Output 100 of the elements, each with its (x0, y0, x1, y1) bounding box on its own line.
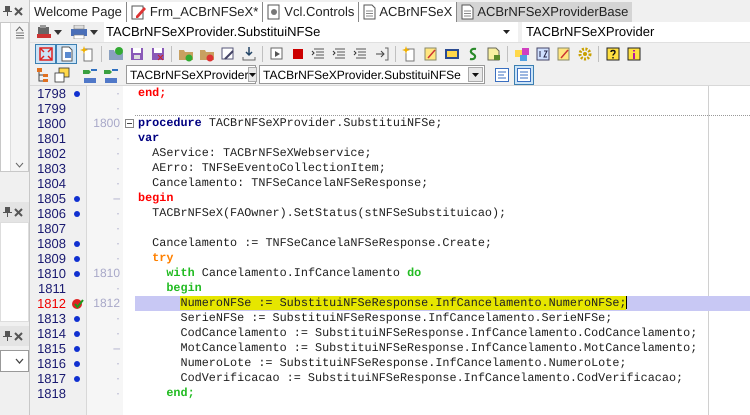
class-combo[interactable]: TACBrNFSeXProvider (126, 65, 256, 84)
code-text: Cancelamento: TNFSeCancelaNFSeResponse; (152, 176, 428, 190)
align-icon (495, 68, 509, 82)
pin-icon[interactable] (3, 331, 12, 341)
component-icon[interactable] (36, 25, 52, 39)
code-keyword: try (152, 251, 174, 265)
line-number: 1798 (36, 86, 67, 101)
pin-icon[interactable] (3, 6, 12, 16)
executable-line-dot[interactable] (74, 346, 80, 352)
code-keyword: end; (166, 386, 195, 400)
close-icon[interactable] (14, 6, 23, 16)
line-marker: · (116, 281, 120, 296)
line-number: 1813 (36, 311, 67, 326)
scrollbar[interactable] (10, 23, 28, 171)
caret-icon (503, 30, 510, 34)
align-button[interactable] (514, 64, 534, 84)
code-keyword: procedure (138, 116, 202, 130)
combo-box[interactable] (0, 350, 29, 372)
code-text: NumeroNFSe := SubstituiNFSeResponse.InfCancelamento.NumeroNFSe; (180, 296, 626, 310)
executable-line-dot[interactable] (74, 270, 80, 276)
method-dropdown[interactable]: TACBrNFSeXProvider.SubstituiNFSe (104, 22, 518, 42)
document-lock-icon (486, 46, 502, 62)
line-marker: · (116, 386, 120, 401)
executable-line-dot[interactable] (74, 196, 80, 202)
code-keyword: begin (138, 191, 174, 205)
run-icon (268, 46, 284, 62)
folder-gear-icon (108, 46, 124, 62)
line-number: 1815 (36, 341, 67, 356)
caret-icon[interactable] (54, 30, 62, 34)
executable-line-dot[interactable] (74, 210, 80, 216)
code-text: NumeroLote := SubstituiNFSeResponse.InfCancelamento.NumeroLote; (180, 356, 626, 370)
method-combo[interactable]: TACBrNFSeXProvider.SubstituiNFSe (259, 65, 485, 84)
line-marker: · (116, 146, 120, 161)
executable-line-dot[interactable] (74, 376, 80, 382)
code-keyword: var (138, 131, 160, 145)
line-number: 1804 (36, 176, 67, 191)
info-icon (626, 46, 642, 62)
line-number: 1799 (36, 101, 67, 116)
hierarchy-icon[interactable] (35, 66, 51, 82)
breakpoint-check-icon[interactable] (70, 298, 84, 310)
line-number: 1801 (36, 131, 67, 146)
close-icon[interactable] (14, 332, 23, 340)
code-lines-icon (310, 46, 326, 62)
tools-icon (220, 46, 236, 62)
document-icon (267, 4, 282, 20)
document-icon (58, 46, 74, 62)
code-text: SerieNFSe := SubstituiNFSeResponse.InfCancelamento.SerieNFSe; (180, 311, 612, 325)
collapse-icon[interactable] (124, 119, 134, 128)
line-number: 1806 (36, 206, 67, 221)
download-icon (240, 46, 256, 62)
grip-icon[interactable] (16, 32, 24, 39)
line-number: 1818 (36, 386, 67, 401)
line-number: 1810 (36, 266, 67, 281)
line-number: 1812 (36, 296, 67, 311)
editor-tab[interactable]: Welcome Page (30, 2, 127, 22)
printer-icon[interactable] (70, 25, 88, 39)
code-text: CodCancelamento := SubstituiNFSeResponse.InfCancelamento.CodCancelamento; (180, 326, 698, 340)
line-number: 1809 (36, 251, 67, 266)
note-icon (422, 46, 438, 62)
line-number: 1814 (36, 326, 67, 341)
executable-line-dot[interactable] (74, 240, 80, 246)
help-icon (604, 46, 620, 62)
close-icon[interactable] (14, 208, 23, 216)
enter-icon (374, 46, 390, 62)
code-text: MotCancelamento := SubstituiNFSeResponse.InfCancelamento.MotCancelamento; (180, 341, 698, 355)
editor-tab[interactable]: Frm_ACBrNFSeX* (126, 2, 264, 22)
editor-tab[interactable]: Vcl.Controls (263, 2, 360, 22)
windows-icon[interactable] (54, 66, 70, 82)
scroll-up-icon[interactable] (15, 26, 24, 32)
code-text: Cancelamento := TNFSeCancelaNFSeResponse.Create; (152, 236, 492, 250)
line-number: 1803 (36, 161, 67, 176)
line-marker: · (116, 176, 120, 191)
caret-icon[interactable] (90, 30, 98, 34)
toolbar-button[interactable] (56, 44, 77, 64)
document-icon (461, 4, 474, 20)
editor-tab[interactable]: ACBrNFSeXProviderBase (457, 2, 632, 22)
executable-line-dot[interactable] (74, 256, 80, 262)
line-marker: · (116, 311, 120, 326)
executable-line-dot[interactable] (74, 330, 80, 336)
executable-line-dot[interactable] (74, 90, 80, 96)
line-number: 1802 (36, 146, 67, 161)
line-marker: · (116, 161, 120, 176)
class-field[interactable]: TACBrNFSeXProvider (522, 22, 750, 42)
floppy-icon (128, 46, 144, 62)
document-icon (363, 4, 376, 20)
scroll-down-icon[interactable] (15, 162, 24, 168)
numbers-icon (534, 46, 550, 62)
code-lines-icon (332, 46, 348, 62)
line-marker: 1810 (93, 266, 120, 281)
editor-tab[interactable]: ACBrNFSeX (359, 2, 458, 22)
caret-icon (249, 72, 256, 76)
executable-line-dot[interactable] (74, 316, 80, 322)
executable-line-dot[interactable] (74, 360, 80, 366)
code-keyword: end; (138, 86, 166, 100)
line-number: 1816 (36, 356, 67, 371)
line-marker: · (116, 131, 120, 146)
line-number: 1811 (37, 281, 67, 296)
pin-icon[interactable] (3, 207, 12, 217)
floppy-icon (150, 46, 166, 62)
line-number: 1800 (36, 116, 67, 131)
